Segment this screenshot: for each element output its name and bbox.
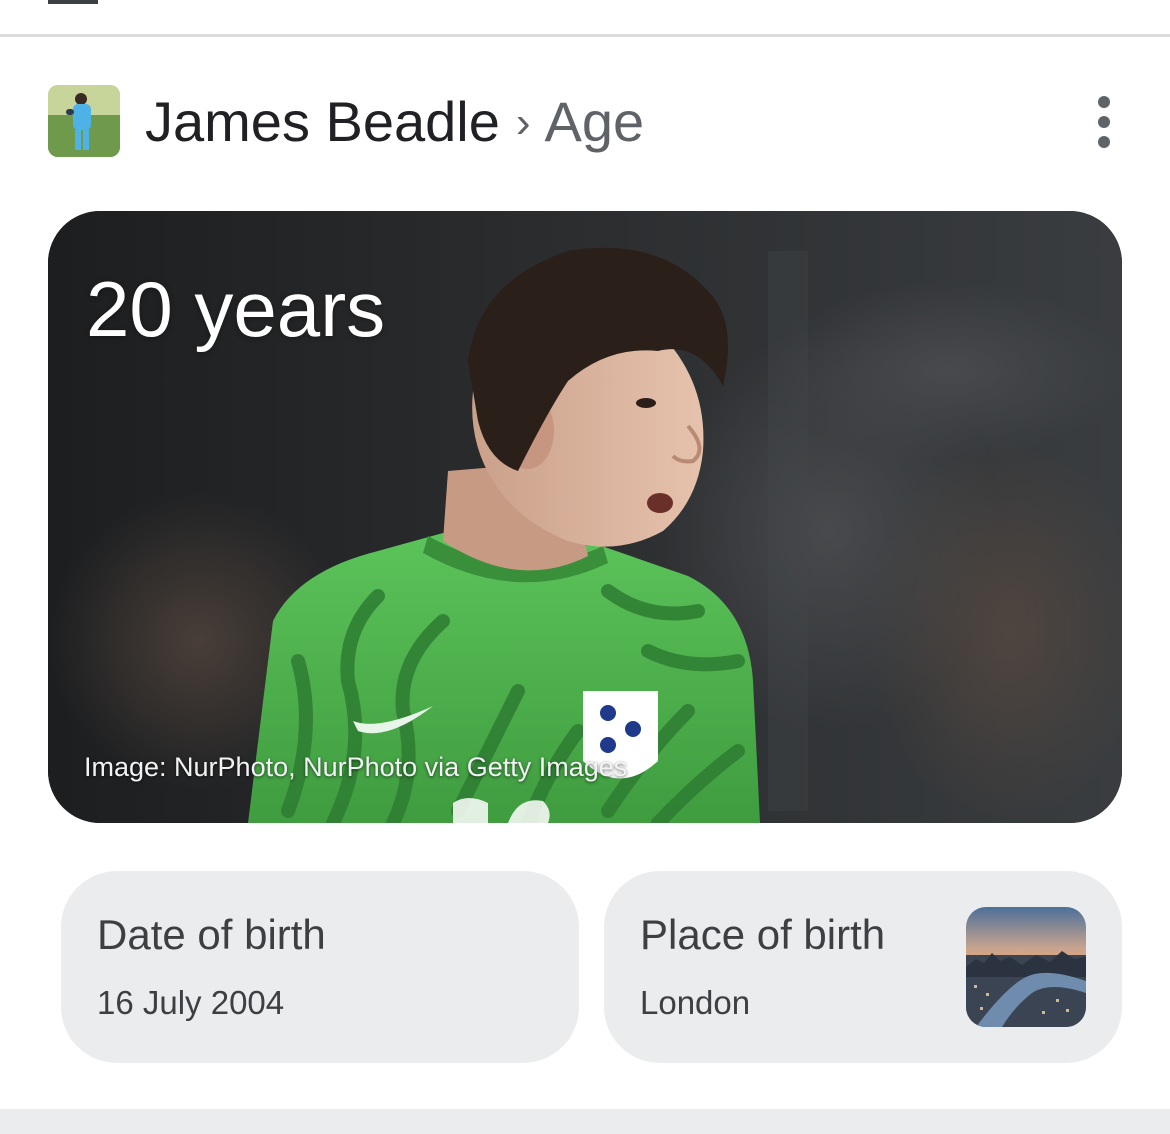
more-dot xyxy=(1098,96,1110,108)
player-thumbnail-image xyxy=(48,85,120,157)
more-dot xyxy=(1098,116,1110,128)
age-value: 20 years xyxy=(86,265,386,353)
fact-card-date-of-birth[interactable]: Date of birth 16 July 2004 xyxy=(61,871,579,1063)
fact-label: Date of birth xyxy=(97,911,326,958)
london-cityscape-image xyxy=(966,907,1086,1027)
fact-value[interactable]: London xyxy=(640,984,750,1022)
chevron-right-icon: › xyxy=(515,98,531,147)
fact-label: Place of birth xyxy=(640,911,886,958)
player-thumbnail[interactable] xyxy=(48,85,120,157)
london-cityscape-thumbnail[interactable] xyxy=(966,907,1086,1027)
image-credit: Image: NurPhoto, NurPhoto via Getty Imag… xyxy=(84,752,628,782)
more-vert-icon[interactable] xyxy=(1084,94,1124,150)
breadcrumb-attribute: Age xyxy=(544,90,645,153)
section-separator xyxy=(0,1109,1170,1134)
breadcrumb-entity[interactable]: James Beadle xyxy=(145,90,500,153)
top-tab-indicator xyxy=(48,0,98,4)
hero-image-card[interactable]: 20 years Image: NurPhoto, NurPhoto via G… xyxy=(48,211,1122,823)
more-dot xyxy=(1098,136,1110,148)
top-divider xyxy=(0,34,1170,37)
result-header: James Beadle › Age xyxy=(48,84,1122,158)
fact-card-place-of-birth[interactable]: Place of birth London xyxy=(604,871,1122,1063)
breadcrumb: James Beadle › Age xyxy=(145,92,644,157)
fact-value: 16 July 2004 xyxy=(97,984,285,1021)
